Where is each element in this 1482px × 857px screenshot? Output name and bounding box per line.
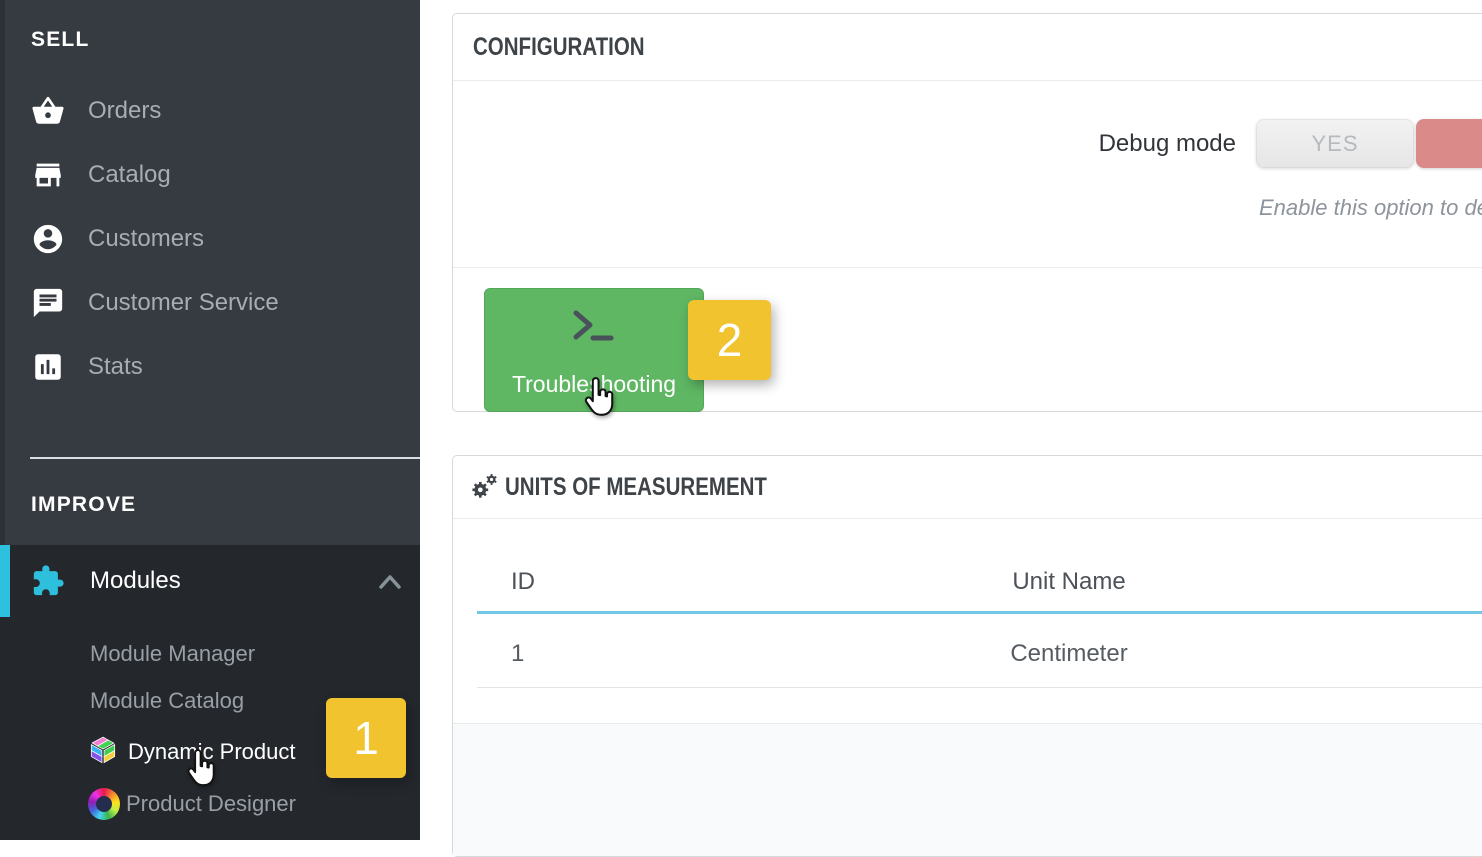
sidebar-item-label: Customers (88, 207, 204, 271)
chat-icon (31, 286, 65, 320)
chevron-up-icon[interactable] (378, 573, 402, 591)
table-header-unit-name: Unit Name (919, 564, 1219, 600)
sidebar-item-label: Catalog (88, 143, 171, 207)
sidebar-item-stats[interactable]: Stats (0, 335, 420, 399)
cube-icon (86, 735, 120, 769)
sidebar-item-customer-service[interactable]: Customer Service (0, 271, 420, 335)
sidebar-divider (30, 457, 420, 459)
configuration-panel-title: CONFIGURATION (453, 14, 1482, 81)
sidebar-item-customers[interactable]: Customers (0, 207, 420, 271)
table-header-id: ID (511, 564, 535, 600)
stats-icon (31, 350, 65, 384)
basket-icon (31, 94, 65, 128)
store-icon (31, 158, 65, 192)
step-badge-1: 1 (326, 698, 406, 778)
sidebar-item-label: Module Catalog (90, 677, 244, 725)
units-of-measurement-panel: UNITS OF MEASUREMENT ID Unit Name 1 Cent… (452, 455, 1482, 857)
hand-cursor-icon (180, 746, 224, 794)
sidebar-section-improve: IMPROVE (31, 493, 136, 517)
units-title-text: UNITS OF MEASUREMENT (505, 456, 767, 518)
sidebar-item-label: Orders (88, 79, 161, 143)
sidebar-item-orders[interactable]: Orders (0, 79, 420, 143)
configuration-panel: CONFIGURATION Debug mode YES NO Enable t… (452, 13, 1482, 412)
table-header-underline (477, 611, 1482, 614)
units-panel-footer (453, 723, 1482, 856)
sidebar-item-label: Customer Service (88, 271, 279, 335)
sidebar-item-module-manager[interactable]: Module Manager (0, 630, 420, 678)
person-circle-icon (31, 222, 65, 256)
configuration-title-text: CONFIGURATION (473, 14, 645, 80)
debug-mode-label: Debug mode (953, 119, 1236, 168)
sidebar-item-label: Modules (90, 545, 181, 617)
sidebar-section-sell: SELL (31, 28, 89, 52)
puzzle-icon (31, 564, 65, 598)
debug-mode-switch: YES NO (1256, 119, 1482, 168)
modules-menu-block: Modules Module Manager Module Catalog Dy… (0, 545, 420, 840)
sidebar-item-label: Stats (88, 335, 143, 399)
panel-footer-divider (453, 267, 1482, 268)
table-row-divider (477, 687, 1482, 688)
units-panel-title: UNITS OF MEASUREMENT (453, 456, 1482, 519)
hand-cursor-icon (577, 374, 623, 424)
debug-mode-help-text: Enable this option to debug (1259, 195, 1482, 221)
debug-switch-no[interactable]: NO (1416, 119, 1482, 168)
table-cell-id: 1 (511, 636, 524, 672)
debug-switch-yes[interactable]: YES (1256, 119, 1414, 168)
step-badge-2: 2 (688, 300, 771, 380)
sidebar-item-modules[interactable]: Modules (0, 545, 420, 617)
sidebar-item-label: Module Manager (90, 630, 255, 678)
cogs-icon (470, 472, 500, 502)
sidebar-item-catalog[interactable]: Catalog (0, 143, 420, 207)
table-cell-unit-name: Centimeter (919, 636, 1219, 672)
terminal-icon (571, 309, 617, 343)
color-wheel-icon (88, 788, 120, 820)
